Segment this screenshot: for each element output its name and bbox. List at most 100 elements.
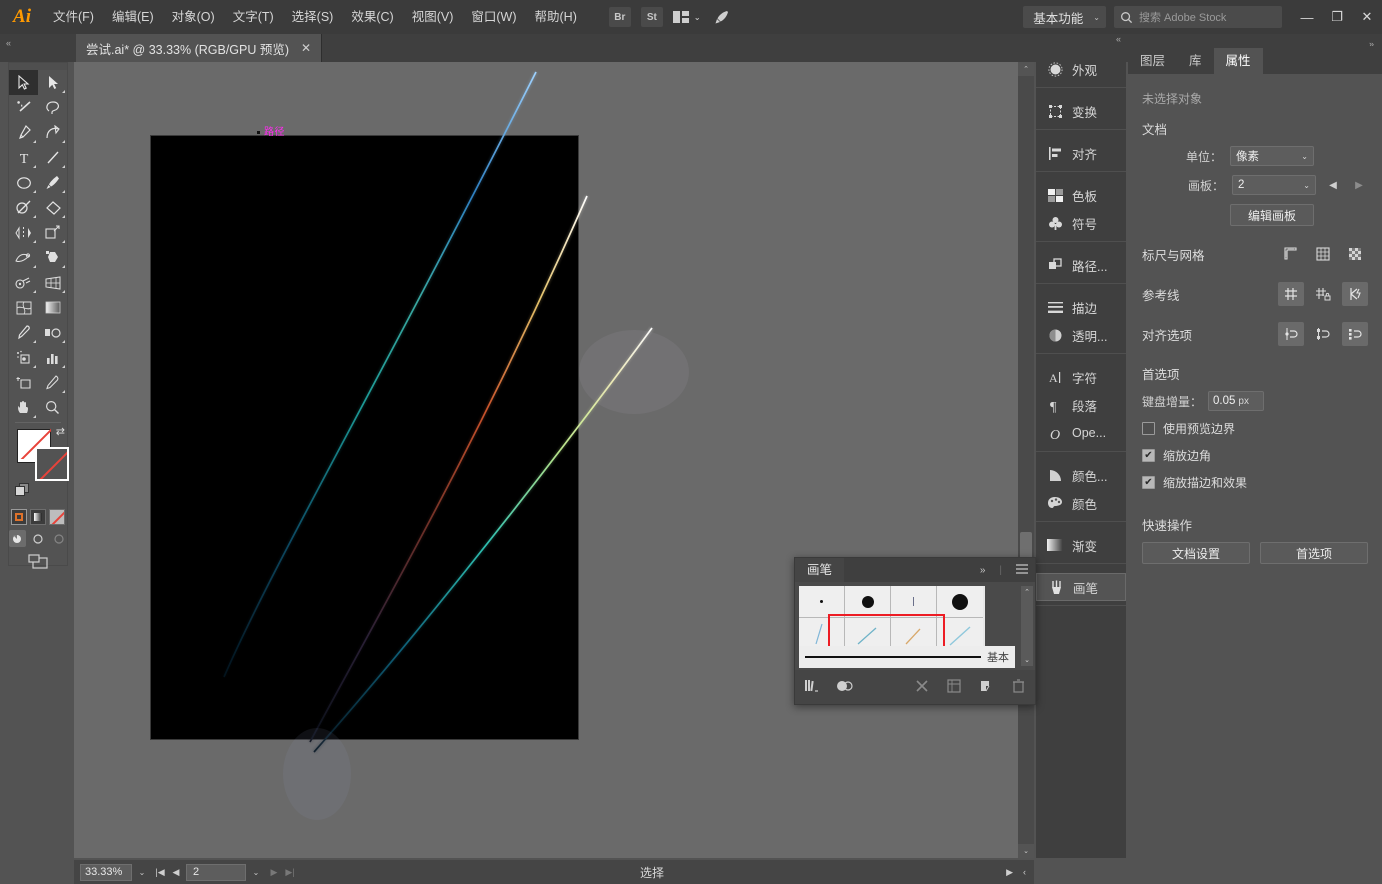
brushes-panel[interactable]: 画笔 » | <box>794 557 1036 705</box>
scroll-up-icon[interactable]: ⌃ <box>1021 586 1033 598</box>
workspace-switcher[interactable]: 基本功能 ⌄ <box>1023 6 1106 28</box>
menu-object[interactable]: 对象(O) <box>163 0 224 34</box>
slice-tool[interactable] <box>38 370 67 395</box>
collapse-left-icon[interactable]: « <box>6 38 11 48</box>
transparency-grid-icon[interactable] <box>1342 242 1368 266</box>
tools-panel-grip[interactable] <box>9 63 67 70</box>
pen-tool[interactable] <box>9 120 38 145</box>
scroll-down-icon[interactable]: ⌄ <box>1018 844 1034 858</box>
draw-normal-button[interactable] <box>9 530 26 547</box>
next-artboard-button[interactable]: ▶ <box>266 867 282 878</box>
preferences-button[interactable]: 首选项 <box>1260 542 1368 564</box>
scale-strokes-row[interactable]: ✔ 缩放描边和效果 <box>1142 474 1368 491</box>
blend-tool[interactable] <box>38 320 67 345</box>
document-setup-button[interactable]: 文档设置 <box>1142 542 1250 564</box>
perspective-grid-tool[interactable] <box>38 270 67 295</box>
preview-bounds-row[interactable]: 使用预览边界 <box>1142 420 1368 437</box>
dock-item-color-guide[interactable]: 颜色... <box>1036 461 1126 489</box>
draw-inside-button[interactable] <box>50 530 67 547</box>
screen-mode-icon[interactable] <box>25 553 51 574</box>
arrange-documents-icon[interactable]: ⌄ <box>673 7 701 27</box>
rotate-tool[interactable] <box>9 220 38 245</box>
scroll-up-icon[interactable]: ⌃ <box>1018 62 1034 76</box>
menu-window[interactable]: 窗口(W) <box>462 0 525 34</box>
preview-bounds-checkbox[interactable] <box>1142 422 1155 435</box>
menu-file[interactable]: 文件(F) <box>44 0 103 34</box>
dock-item-character[interactable]: A 字符 <box>1036 363 1126 391</box>
brush-libraries-icon[interactable] <box>803 677 821 695</box>
scale-strokes-checkbox[interactable]: ✔ <box>1142 476 1155 489</box>
next-artboard-button[interactable]: ▶ <box>1350 180 1368 191</box>
zoom-tool[interactable] <box>38 395 67 420</box>
lasso-tool[interactable] <box>38 95 67 120</box>
mesh-tool[interactable] <box>9 295 38 320</box>
brush-thin-line[interactable] <box>891 586 937 618</box>
snap-to-point-icon[interactable] <box>1278 322 1304 346</box>
menu-help[interactable]: 帮助(H) <box>526 0 586 34</box>
stock-search-field[interactable]: 搜索 Adobe Stock <box>1114 6 1282 28</box>
scale-tool[interactable] <box>38 220 67 245</box>
scale-corners-row[interactable]: ✔ 缩放边角 <box>1142 447 1368 464</box>
shaper-tool[interactable] <box>9 195 38 220</box>
type-tool[interactable]: T <box>9 145 38 170</box>
smart-guides-icon[interactable] <box>1342 282 1368 306</box>
dock-item-color[interactable]: 颜色 <box>1036 489 1126 517</box>
dock-item-brushes[interactable]: 画笔 <box>1036 573 1126 601</box>
ruler-icon[interactable] <box>1278 242 1304 266</box>
menu-edit[interactable]: 编辑(E) <box>103 0 163 34</box>
dock-item-paragraph[interactable]: ¶ 段落 <box>1036 391 1126 419</box>
brush-small-dot[interactable] <box>845 586 891 618</box>
menu-view[interactable]: 视图(V) <box>403 0 463 34</box>
eyedropper-tool[interactable] <box>9 320 38 345</box>
menu-type[interactable]: 文字(T) <box>224 0 283 34</box>
artboard-number-field[interactable]: 2 <box>186 864 246 881</box>
artboard[interactable] <box>151 136 578 739</box>
artboard-select[interactable]: 2 ⌄ <box>1232 175 1316 195</box>
keyboard-increment-field[interactable]: 0.05 px <box>1208 391 1264 411</box>
dock-item-stroke[interactable]: 描边 <box>1036 293 1126 321</box>
brushes-panel-tab[interactable]: 画笔 <box>795 558 844 582</box>
tab-layers[interactable]: 图层 <box>1128 48 1177 74</box>
color-mode-button[interactable] <box>11 509 27 525</box>
hand-tool[interactable] <box>9 395 38 420</box>
zoom-dropdown-icon[interactable]: ⌄ <box>132 868 152 877</box>
status-next-icon[interactable]: ▶ <box>1006 867 1013 878</box>
window-maximize-button[interactable]: ❐ <box>1322 0 1352 34</box>
delete-brush-icon[interactable] <box>1009 677 1027 695</box>
artboard-tool[interactable] <box>9 370 38 395</box>
grid-icon[interactable] <box>1310 242 1336 266</box>
line-segment-tool[interactable] <box>38 145 67 170</box>
status-prev-icon[interactable]: ‹ <box>1023 867 1026 877</box>
canvas-vertical-scrollbar[interactable]: ⌃ ⌄ <box>1018 62 1034 858</box>
edit-artboards-button[interactable]: 编辑画板 <box>1230 204 1314 226</box>
prev-artboard-button[interactable]: ◀ <box>1324 180 1342 191</box>
snap-to-pixel-icon[interactable] <box>1342 322 1368 346</box>
artboard-dropdown-icon[interactable]: ⌄ <box>246 868 266 877</box>
eraser-tool[interactable] <box>38 195 67 220</box>
gradient-tool[interactable] <box>38 295 67 320</box>
dock-item-transparency[interactable]: 透明... <box>1036 321 1126 349</box>
brush-large-dot[interactable] <box>937 586 983 618</box>
panel-menu-icon[interactable] <box>1009 564 1035 577</box>
dock-item-appearance[interactable]: 外观 <box>1036 55 1126 83</box>
curvature-tool[interactable] <box>38 120 67 145</box>
scale-corners-checkbox[interactable]: ✔ <box>1142 449 1155 462</box>
window-close-button[interactable]: ✕ <box>1352 0 1382 34</box>
remove-brush-link-icon[interactable] <box>913 677 931 695</box>
symbol-sprayer-tool[interactable] <box>9 345 38 370</box>
options-icon[interactable] <box>945 677 963 695</box>
document-tab[interactable]: 尝试.ai* @ 33.33% (RGB/GPU 预览) ✕ <box>76 34 322 62</box>
stroke-swatch[interactable] <box>35 447 69 481</box>
document-canvas[interactable]: 路径 <box>74 62 1034 858</box>
draw-behind-button[interactable] <box>30 530 47 547</box>
dock-item-align[interactable]: 对齐 <box>1036 139 1126 167</box>
free-transform-tool[interactable] <box>38 245 67 270</box>
dock-item-symbols[interactable]: 符号 <box>1036 209 1126 237</box>
selection-tool[interactable] <box>9 70 38 95</box>
dock-item-opentype[interactable]: O Ope... <box>1036 419 1126 447</box>
menu-effect[interactable]: 效果(C) <box>342 0 402 34</box>
rocket-icon[interactable] <box>711 7 733 27</box>
brushes-list[interactable]: ⌃ ⌄ 基本 <box>795 582 1035 670</box>
width-tool[interactable] <box>9 245 38 270</box>
new-brush-icon[interactable] <box>977 677 995 695</box>
